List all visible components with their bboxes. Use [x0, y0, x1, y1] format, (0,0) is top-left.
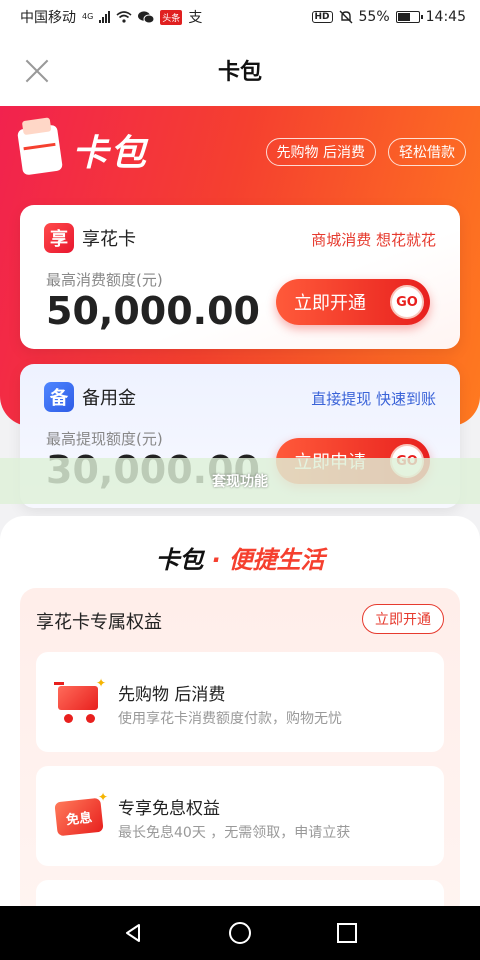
benefit-panel: 享花卡专属权益 立即开通 ✦ 先购物 后消费 使用享花卡消费额度付款，购物无忧 …	[20, 588, 460, 940]
overlay-banner: 套现功能	[0, 458, 480, 504]
section-title-highlight: 便捷生活	[228, 546, 325, 574]
clock: 14:45	[425, 9, 466, 25]
benefit-item-desc: 使用享花卡消费额度付款，购物无忧	[118, 711, 342, 727]
battery-percent: 55%	[358, 9, 390, 25]
interest-free-icon: 免息 ✦	[54, 790, 108, 840]
benefit-panel-title: 享花卡专属权益	[36, 612, 162, 633]
card-name: 备用金	[82, 388, 136, 409]
card-amount: 50,000.00	[46, 289, 260, 333]
card-name: 享花卡	[82, 229, 136, 250]
network-type: 4G	[82, 12, 94, 21]
wechat-icon	[138, 10, 155, 23]
section-title-dot: ·	[211, 546, 221, 574]
app-header: 卡包	[0, 34, 480, 106]
benefit-item-title: 先购物 后消费	[118, 685, 226, 705]
card-header: 备 备用金	[44, 382, 136, 412]
reserve-fund-icon: 备	[44, 382, 74, 412]
status-right: HD 55% 14:45	[311, 9, 466, 25]
signal-icon	[99, 11, 111, 23]
nav-back-icon[interactable]	[119, 919, 147, 947]
hero-tag-shop-first: 先购物 后消费	[265, 138, 376, 166]
card-sub-label: 最高提现额度(元)	[46, 430, 163, 448]
benefit-item[interactable]: ✦ 先购物 后消费 使用享花卡消费额度付款，购物无忧	[36, 652, 444, 752]
section-title: 卡包 · 便捷生活	[0, 540, 480, 575]
hero-tags: 先购物 后消费 轻松借款	[265, 138, 466, 166]
interest-free-icon-text: 免息	[54, 797, 104, 837]
battery-icon	[395, 11, 423, 23]
open-now-button[interactable]: 立即开通 GO	[276, 279, 430, 325]
page-title: 卡包	[217, 60, 262, 85]
nav-recent-icon[interactable]	[333, 919, 361, 947]
hero-logo-text: 卡包	[72, 133, 149, 174]
card-slogan: 直接提现 快速到账	[311, 390, 436, 408]
benefits-section: 卡包 · 便捷生活 享花卡专属权益 立即开通 ✦ 先购物 后消费 使用享花卡消费额度…	[0, 516, 480, 940]
benefit-item-title: 专享免息权益	[118, 799, 220, 819]
xianghua-card[interactable]: 享 享花卡 商城消费 想花就花 最高消费额度(元) 50,000.00 立即开通…	[20, 205, 460, 349]
button-label: 立即开通	[294, 293, 366, 314]
nav-home-icon[interactable]	[226, 919, 254, 947]
system-nav-bar	[0, 906, 480, 960]
status-bar: 中国移动 4G 头条 支 HD 55% 14:45	[0, 0, 480, 34]
hd-icon: HD	[311, 11, 333, 23]
overlay-text: 套现功能	[212, 474, 268, 490]
alipay-icon: 支	[188, 10, 203, 26]
news-app-badge: 头条	[160, 9, 183, 25]
shopping-cart-icon: ✦	[54, 676, 108, 726]
wallet-icon	[16, 124, 64, 176]
benefit-item-desc: 最长免息40天 ，无需领取，申请立获	[118, 825, 351, 841]
go-icon: GO	[390, 285, 424, 319]
wifi-icon	[116, 11, 132, 23]
card-slogan: 商城消费 想花就花	[311, 231, 436, 249]
hero-logo: 卡包	[16, 124, 149, 176]
card-header: 享 享花卡	[44, 223, 136, 253]
status-left: 中国移动 4G 头条 支	[20, 7, 202, 27]
hero-tag-easy-loan: 轻松借款	[388, 138, 466, 166]
carrier-label: 中国移动	[20, 10, 76, 26]
benefit-open-button[interactable]: 立即开通	[362, 604, 444, 634]
xianghua-icon: 享	[44, 223, 74, 253]
close-icon[interactable]	[22, 56, 52, 86]
section-title-main: 卡包	[155, 546, 204, 574]
card-sub-label: 最高消费额度(元)	[46, 271, 163, 289]
mute-bell-icon	[339, 10, 353, 24]
benefit-item[interactable]: 免息 ✦ 专享免息权益 最长免息40天 ，无需领取，申请立获	[36, 766, 444, 866]
